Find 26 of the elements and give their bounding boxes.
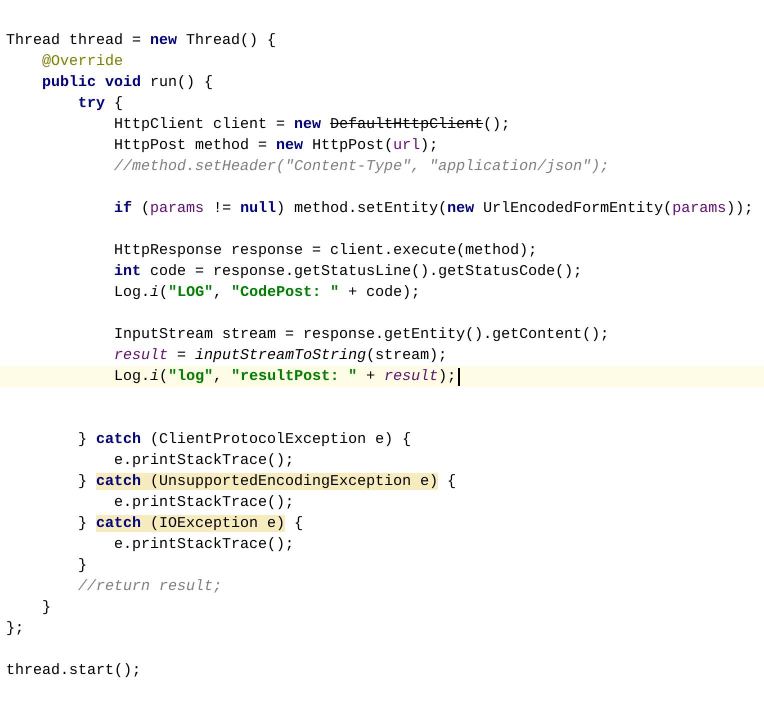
code-line: //return result; bbox=[77, 577, 222, 597]
code-line: int code = response.getStatusLine().getStatusCode(); bbox=[113, 262, 582, 282]
text-cursor bbox=[458, 368, 460, 386]
code-line: try { bbox=[77, 94, 124, 114]
code-line: } bbox=[41, 598, 52, 618]
code-line: //method.setHeader("Content-Type", "application/json"); bbox=[113, 157, 610, 177]
code-line: } catch (IOException e) { bbox=[77, 514, 304, 534]
code-line: } bbox=[77, 556, 88, 576]
code-line: public void run() { bbox=[41, 73, 214, 93]
code-line: Log.i("LOG", "CodePost: " + code); bbox=[113, 283, 420, 303]
code-line: Log.i("log", "resultPost: " + result); bbox=[113, 367, 456, 387]
code-line: } catch (UnsupportedEncodingException e) { bbox=[77, 472, 456, 492]
code-line: } catch (ClientProtocolException e) { bbox=[77, 430, 412, 450]
code-line: HttpPost method = new HttpPost(url); bbox=[113, 136, 438, 156]
code-line: result = inputStreamToString(stream); bbox=[113, 346, 448, 366]
code-line: @Override bbox=[41, 52, 124, 72]
code-line: e.printStackTrace(); bbox=[113, 451, 294, 471]
code-line: HttpClient client = new DefaultHttpClient(); bbox=[113, 115, 510, 135]
code-line: Thread thread = new Thread() { bbox=[6, 31, 276, 51]
code-line: InputStream stream = response.getEntity().getContent(); bbox=[113, 325, 610, 345]
code-line: if (params != null) method.setEntity(new UrlEncodedFormEntity(params)); bbox=[113, 199, 754, 219]
code-line: e.printStackTrace(); bbox=[113, 535, 294, 555]
code-line: thread.start(); bbox=[6, 661, 142, 681]
code-line: }; bbox=[6, 619, 24, 639]
code-line: HttpResponse response = client.execute(method); bbox=[113, 241, 538, 261]
code-line: e.printStackTrace(); bbox=[113, 493, 294, 513]
